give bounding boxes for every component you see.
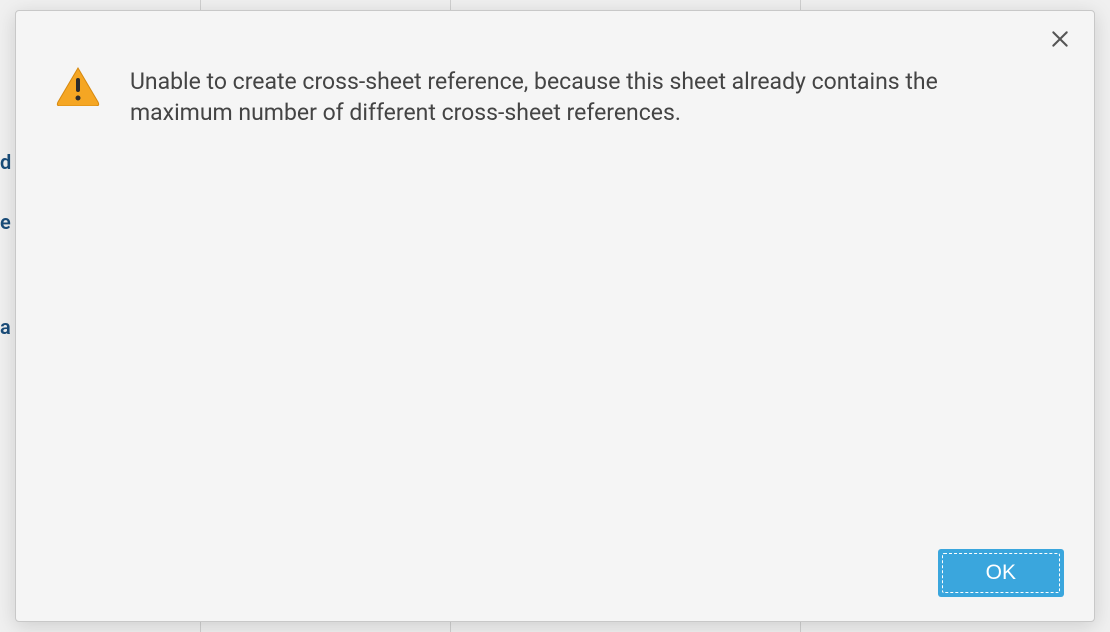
ok-button[interactable]: OK <box>938 549 1064 597</box>
close-icon <box>1050 29 1070 53</box>
error-dialog: Unable to create cross-sheet reference, … <box>15 10 1095 622</box>
close-button[interactable] <box>1048 29 1072 53</box>
dialog-footer: OK <box>938 549 1064 597</box>
warning-icon <box>56 66 100 106</box>
dialog-content: Unable to create cross-sheet reference, … <box>16 11 1094 168</box>
backdrop-text-fragment: d <box>0 150 11 174</box>
backdrop-text-fragment: e <box>0 210 11 234</box>
dialog-message: Unable to create cross-sheet reference, … <box>130 66 1000 128</box>
backdrop-text-fragment: a <box>0 315 11 339</box>
